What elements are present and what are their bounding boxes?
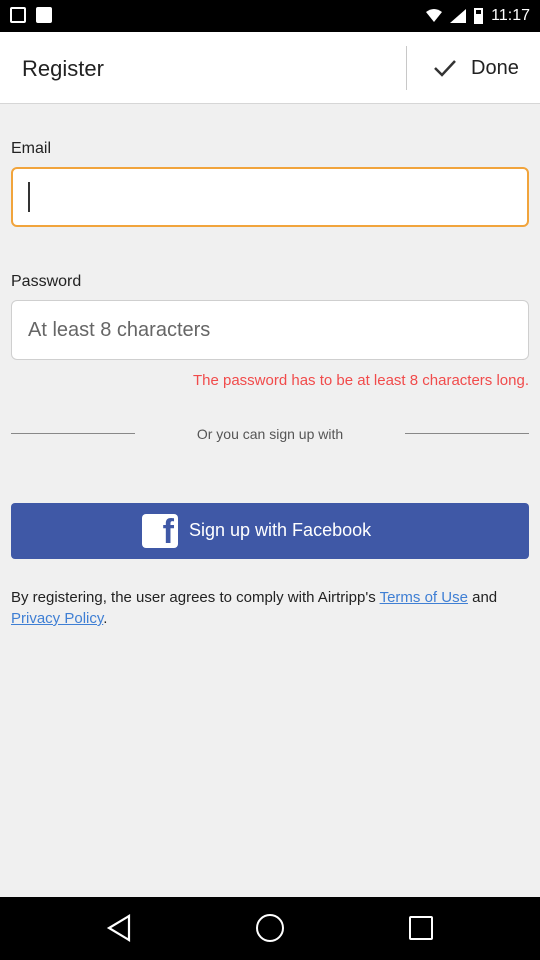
facebook-icon: f (142, 513, 178, 551)
back-icon[interactable] (106, 914, 132, 942)
or-text: Or you can sign up with (196, 426, 344, 442)
notification-icon (36, 7, 52, 23)
password-field[interactable] (11, 300, 529, 360)
check-icon (434, 60, 456, 77)
text-cursor (28, 182, 30, 212)
status-time: 11:17 (491, 7, 530, 24)
terms-text: By registering, the user agrees to compl… (11, 587, 529, 629)
email-field[interactable] (11, 167, 529, 227)
status-bar: 11:17 (0, 0, 540, 32)
password-error: The password has to be at least 8 charac… (192, 372, 529, 389)
terms-middle: and (467, 589, 498, 606)
email-label: Email (11, 140, 52, 157)
or-divider: Or you can sign up with (11, 424, 529, 444)
status-notifications (10, 7, 52, 23)
page-title: Register (22, 56, 104, 81)
action-bar: Register Done (0, 32, 540, 104)
battery-icon (474, 8, 484, 24)
recent-apps-icon[interactable] (409, 916, 433, 940)
facebook-signup-button[interactable]: f Sign up with Facebook (11, 503, 529, 559)
notification-icon (10, 7, 26, 23)
terms-prefix: By registering, the user agrees to compl… (11, 589, 380, 606)
terms-of-use-link[interactable]: Terms of Use (380, 589, 468, 606)
home-icon[interactable] (256, 914, 284, 942)
password-label: Password (11, 273, 82, 290)
privacy-policy-link[interactable]: Privacy Policy (11, 610, 103, 627)
wifi-icon (426, 9, 443, 22)
facebook-signup-label: Sign up with Facebook (189, 520, 372, 540)
signal-icon (450, 9, 467, 23)
done-button[interactable]: Done (407, 32, 540, 104)
or-line-right (405, 433, 529, 434)
navigation-bar (0, 897, 540, 960)
status-indicators: 11:17 (426, 7, 530, 25)
done-label: Done (471, 57, 519, 79)
terms-suffix: . (103, 610, 108, 627)
